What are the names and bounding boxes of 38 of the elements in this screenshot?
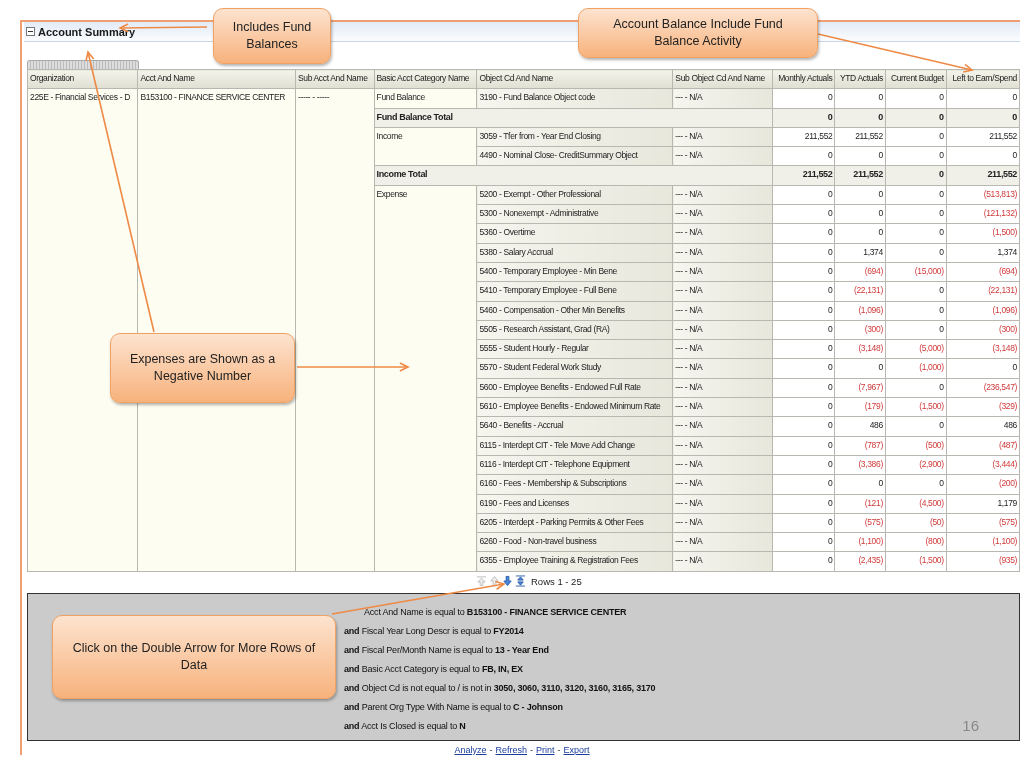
column-header[interactable]: Monthly Actuals (772, 69, 835, 89)
footer-link[interactable]: Analyze (454, 744, 487, 755)
column-header[interactable]: Left to Earn/Spend (946, 69, 1020, 89)
panel-title: Account Summary (38, 25, 136, 38)
collapse-icon[interactable] (26, 27, 35, 36)
column-header[interactable]: Current Budget (885, 69, 947, 89)
column-header[interactable]: Basic Acct Category Name (374, 69, 477, 89)
callout: Click on the Double Arrow for More Rows of Data (52, 615, 336, 699)
column-header[interactable]: Object Cd And Name (476, 69, 673, 89)
table-handle[interactable] (27, 60, 139, 69)
column-header[interactable]: YTD Actuals (834, 69, 886, 89)
double-arrow-icon[interactable] (515, 575, 526, 588)
separator: - (530, 744, 533, 755)
callout: Account Balance Include Fund Balance Activity (578, 8, 818, 58)
column-header[interactable]: Sub Acct And Name (295, 69, 375, 89)
column-header[interactable]: Acct And Name (138, 69, 296, 89)
row-range: Rows 1 - 25 (531, 575, 582, 587)
table-cell: Expense (374, 185, 477, 572)
column-header[interactable]: Sub Object Cd And Name (672, 69, 773, 89)
filter-line: and Fiscal Per/Month Name is equal to 13 - Year End (344, 643, 550, 657)
filter-line: and Basic Acct Category is equal to FB, IN, EX (344, 662, 524, 676)
footer-link[interactable]: Refresh (495, 744, 527, 755)
footer-link[interactable]: Export (563, 744, 590, 755)
filter-line: and Fiscal Year Long Descr is equal to FY2014 (344, 624, 525, 638)
arrow-down-icon[interactable] (502, 575, 513, 588)
table-cell: Income (374, 127, 477, 166)
callout: Expenses are Shown as a Negative Number (110, 333, 295, 403)
column-header[interactable]: Organization (27, 69, 138, 89)
callout: Includes Fund Balances (213, 8, 331, 64)
filter-line: Acct And Name is equal to B153100 - FINANCE SERVICE CENTER (363, 605, 628, 619)
filter-line: and Acct Is Closed is equal to N (344, 719, 467, 733)
filter-line: and Parent Org Type With Name is equal to C - Johnson (344, 700, 564, 714)
slide-number: 16 (962, 716, 979, 734)
footer-link[interactable]: Print (536, 744, 555, 755)
separator: - (557, 744, 561, 755)
separator: - (489, 744, 493, 755)
filter-line: and Object Cd is not equal to / is not in 3050, 3060, 3110, 3120, 3160, 3165, 3170 (344, 681, 656, 695)
table-cell: ----- - ----- (295, 88, 375, 572)
